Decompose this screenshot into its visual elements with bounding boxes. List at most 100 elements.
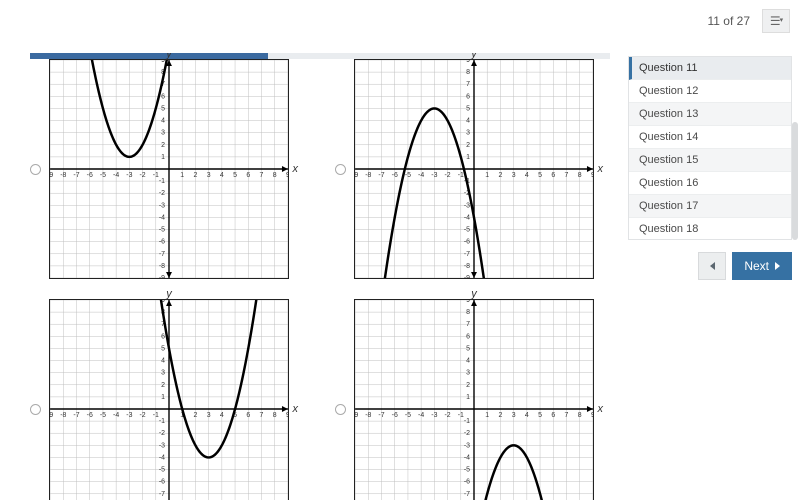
question-nav-item[interactable]: Question 14 — [629, 126, 791, 149]
choice-d-chart[interactable]: y x -9-8-7-6-5-4-3-2-1123456789-9-8-7-6-… — [354, 299, 594, 500]
next-button[interactable]: Next — [732, 252, 792, 280]
svg-text:5: 5 — [538, 412, 542, 419]
svg-text:-4: -4 — [159, 454, 165, 461]
quiz-page: 11 of 27 ☰▾ y x -9 -8 -7 -6 -5 -4 -3 -2 -1 1 2 3 4 5 6… — [0, 0, 800, 500]
svg-text:-1: -1 — [159, 418, 165, 425]
axis-y-label: y — [166, 53, 172, 60]
choice-a-chart[interactable]: y x -9-8-7-6-5-4-3-2-1123456789-9-8-7-6-… — [49, 59, 289, 279]
svg-text:-8: -8 — [159, 263, 165, 270]
svg-text:2: 2 — [193, 412, 197, 419]
svg-text:3: 3 — [207, 172, 211, 179]
svg-text:-4: -4 — [113, 412, 119, 419]
svg-text:3: 3 — [466, 370, 470, 377]
svg-text:6: 6 — [551, 412, 555, 419]
svg-text:6: 6 — [161, 333, 165, 340]
svg-text:-9: -9 — [50, 172, 53, 179]
svg-text:3: 3 — [207, 412, 211, 419]
question-nav-item[interactable]: Question 12 — [629, 80, 791, 103]
svg-text:2: 2 — [498, 412, 502, 419]
svg-text:7: 7 — [565, 172, 569, 179]
svg-text:-7: -7 — [378, 172, 384, 179]
parabola-svg-b: -9-8-7-6-5-4-3-2-1123456789-9-8-7-6-5-4-… — [355, 60, 593, 278]
choice-b-radio[interactable] — [335, 164, 346, 175]
svg-text:-4: -4 — [418, 412, 424, 419]
svg-text:-7: -7 — [159, 491, 165, 498]
parabola-svg-d: -9-8-7-6-5-4-3-2-1123456789-9-8-7-6-5-4-… — [355, 300, 593, 500]
svg-text:2: 2 — [161, 382, 165, 389]
svg-text:-2: -2 — [159, 430, 165, 437]
svg-text:-4: -4 — [464, 214, 470, 221]
svg-text:2: 2 — [466, 382, 470, 389]
svg-text:-7: -7 — [73, 412, 79, 419]
svg-text:5: 5 — [538, 172, 542, 179]
svg-text:7: 7 — [466, 81, 470, 88]
svg-text:-6: -6 — [159, 239, 165, 246]
svg-text:5: 5 — [466, 345, 470, 352]
axis-x-label: x — [293, 163, 299, 175]
question-nav-item[interactable]: Question 11 — [629, 57, 791, 80]
choice-b-chart[interactable]: y x -9-8-7-6-5-4-3-2-1123456789-9-8-7-6-… — [354, 59, 594, 279]
svg-text:-5: -5 — [464, 467, 470, 474]
choice-c-radio[interactable] — [30, 404, 41, 415]
svg-text:8: 8 — [273, 172, 277, 179]
header-bar: 11 of 27 ☰▾ — [620, 0, 800, 42]
svg-text:-6: -6 — [392, 172, 398, 179]
svg-text:-3: -3 — [464, 442, 470, 449]
question-body: y x -9-8-7-6-5-4-3-2-1123456789-9-8-7-6-… — [30, 53, 610, 500]
svg-text:-5: -5 — [405, 172, 411, 179]
question-list-scrollbar[interactable] — [792, 122, 798, 240]
svg-text:-6: -6 — [87, 412, 93, 419]
axis-y-label: y — [471, 53, 477, 60]
choice-c-chart[interactable]: y x -9-8-7-6-5-4-3-2-1123456789-9-8-7-6-… — [49, 299, 289, 500]
svg-text:1: 1 — [180, 172, 184, 179]
svg-text:8: 8 — [466, 309, 470, 316]
svg-text:7: 7 — [466, 321, 470, 328]
svg-text:2: 2 — [466, 142, 470, 149]
svg-text:-1: -1 — [159, 178, 165, 185]
svg-text:4: 4 — [525, 412, 529, 419]
axis-x-label: x — [598, 403, 604, 415]
axis-x-label: x — [598, 163, 604, 175]
question-list-toggle[interactable]: ☰▾ — [762, 9, 790, 33]
question-list[interactable]: Question 11Question 12Question 13Questio… — [628, 56, 792, 240]
axis-x-label: x — [293, 403, 299, 415]
question-nav-item[interactable]: Question 15 — [629, 149, 791, 172]
svg-text:-3: -3 — [431, 172, 437, 179]
svg-text:-9: -9 — [464, 275, 470, 278]
choice-a-radio[interactable] — [30, 164, 41, 175]
svg-text:4: 4 — [466, 118, 470, 125]
svg-text:6: 6 — [246, 412, 250, 419]
question-nav-item[interactable]: Question 18 — [629, 218, 791, 240]
svg-text:-5: -5 — [464, 227, 470, 234]
svg-text:-4: -4 — [464, 454, 470, 461]
svg-text:3: 3 — [512, 172, 516, 179]
svg-text:-3: -3 — [126, 172, 132, 179]
svg-text:1: 1 — [161, 154, 165, 161]
choice-d: y x -9-8-7-6-5-4-3-2-1123456789-9-8-7-6-… — [335, 299, 610, 500]
svg-text:1: 1 — [485, 172, 489, 179]
choice-c: y x -9-8-7-6-5-4-3-2-1123456789-9-8-7-6-… — [30, 299, 305, 500]
nav-buttons: Next — [628, 252, 792, 280]
svg-text:-5: -5 — [100, 412, 106, 419]
svg-text:-7: -7 — [464, 251, 470, 258]
svg-text:9: 9 — [286, 412, 288, 419]
prev-button[interactable] — [698, 252, 726, 280]
choice-a: y x -9-8-7-6-5-4-3-2-1123456789-9-8-7-6-… — [30, 59, 305, 279]
svg-text:-5: -5 — [159, 227, 165, 234]
svg-text:9: 9 — [161, 60, 165, 64]
svg-text:-6: -6 — [87, 172, 93, 179]
svg-text:6: 6 — [466, 333, 470, 340]
choice-d-radio[interactable] — [335, 404, 346, 415]
svg-text:-7: -7 — [159, 251, 165, 258]
bullet-list-icon: ☰▾ — [770, 14, 782, 28]
axis-y-label: y — [166, 288, 172, 300]
svg-text:4: 4 — [220, 172, 224, 179]
svg-text:-8: -8 — [60, 412, 66, 419]
svg-text:1: 1 — [466, 394, 470, 401]
svg-text:8: 8 — [466, 69, 470, 76]
question-nav-item[interactable]: Question 16 — [629, 172, 791, 195]
question-nav-item[interactable]: Question 17 — [629, 195, 791, 218]
question-nav-item[interactable]: Question 13 — [629, 103, 791, 126]
svg-text:5: 5 — [161, 345, 165, 352]
svg-text:-8: -8 — [464, 263, 470, 270]
